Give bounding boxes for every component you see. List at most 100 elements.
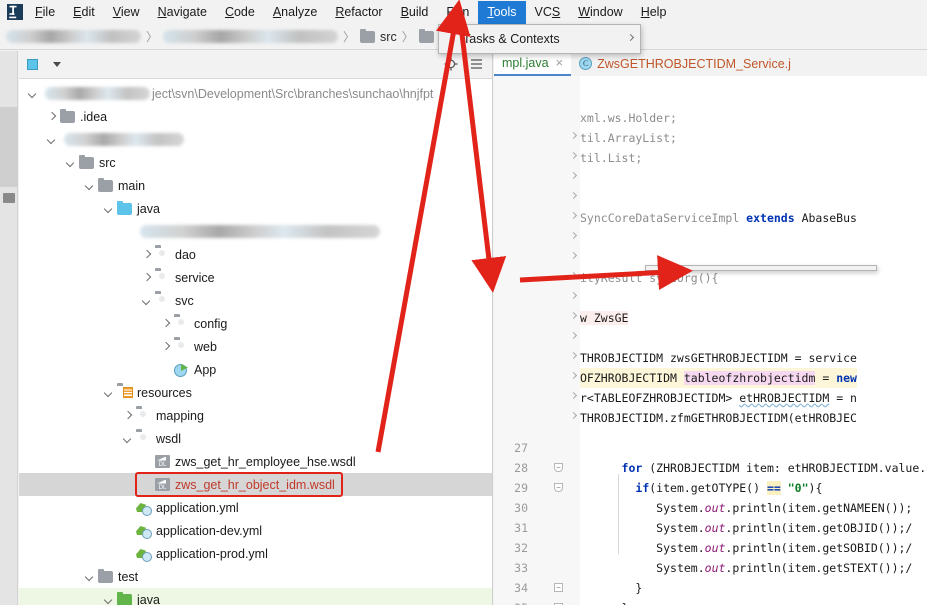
menu-edit[interactable]: Edit	[64, 1, 104, 24]
tree-node-svc[interactable]: svc	[19, 289, 492, 312]
tree-node-blurred[interactable]	[19, 220, 492, 243]
menu-code[interactable]: Code	[216, 1, 264, 24]
tree-node-src[interactable]: src	[19, 151, 492, 174]
chevron-right-icon[interactable]	[46, 111, 58, 123]
breadcrumb-separator: 〉	[343, 28, 355, 45]
fold-chevron-icon[interactable]	[570, 292, 577, 299]
menu-window[interactable]: Window	[569, 1, 631, 24]
close-icon[interactable]: ×	[556, 55, 564, 70]
menu-navigate[interactable]: Navigate	[149, 1, 216, 24]
menu-vcs[interactable]: VCS	[526, 1, 570, 24]
chevron-down-icon[interactable]	[84, 180, 96, 192]
tree-node-config[interactable]: config	[19, 312, 492, 335]
fold-marker-icon[interactable]: −	[554, 583, 563, 592]
fold-chevron-icon[interactable]	[570, 132, 577, 139]
menu-bar: FileEditViewNavigateCodeAnalyzeRefactorB…	[26, 0, 675, 24]
breadcrumb-item-src[interactable]: src	[360, 29, 397, 44]
chevron-down-icon[interactable]	[141, 295, 153, 307]
menu-tools[interactable]: Tools	[478, 1, 525, 24]
tree-node-label: java	[137, 593, 160, 605]
chevron-down-icon[interactable]	[27, 88, 39, 100]
tree-node-blurred[interactable]: ject\svn\Development\Src\branches\suncha…	[19, 82, 492, 105]
tree-node-application.yml[interactable]: application.yml	[19, 496, 492, 519]
chevron-down-icon[interactable]	[103, 387, 115, 399]
chevron-down-icon[interactable]	[103, 203, 115, 215]
fold-chevron-icon[interactable]	[570, 352, 577, 359]
tree-node-test[interactable]: test	[19, 565, 492, 588]
tree-node-applicationprod.yml[interactable]: application-prod.yml	[19, 542, 492, 565]
fold-chevron-icon[interactable]	[570, 312, 577, 319]
package-icon	[136, 431, 152, 446]
tree-node-dao[interactable]: dao	[19, 243, 492, 266]
fold-chevron-icon[interactable]	[570, 172, 577, 179]
chevron-down-icon[interactable]	[122, 433, 134, 445]
collapse-all-icon[interactable]	[470, 57, 484, 74]
chevron-down-icon[interactable]	[103, 594, 115, 605]
package-icon	[155, 293, 171, 308]
chevron-down-icon[interactable]	[65, 157, 77, 169]
menu-file[interactable]: File	[26, 1, 64, 24]
fold-chevron-icon[interactable]	[570, 272, 577, 279]
locate-icon[interactable]	[444, 57, 458, 74]
fold-chevron-icon[interactable]	[570, 192, 577, 199]
code-text[interactable]: xml.ws.Holder;til.ArrayList;til.List;Syn…	[580, 76, 927, 605]
line-number: 31	[494, 518, 528, 538]
tree-node-applicationdev.yml[interactable]: application-dev.yml	[19, 519, 492, 542]
fold-chevron-icon[interactable]	[570, 232, 577, 239]
tree-node-java[interactable]: java	[19, 588, 492, 605]
tree-node-label: java	[137, 202, 160, 216]
tree-node-web[interactable]: web	[19, 335, 492, 358]
chevron-down-icon[interactable]	[84, 571, 96, 583]
menu-run[interactable]: Run	[437, 1, 478, 24]
chevron-down-icon[interactable]	[53, 62, 61, 67]
tree-node-main[interactable]: main	[19, 174, 492, 197]
webservices-submenu[interactable]	[645, 265, 877, 271]
tree-node-service[interactable]: service	[19, 266, 492, 289]
menu-refactor[interactable]: Refactor	[326, 1, 391, 24]
folder-grey	[98, 569, 114, 584]
chevron-right-icon[interactable]	[160, 341, 172, 353]
chevron-right-icon[interactable]	[141, 272, 153, 284]
fold-chevron-icon[interactable]	[570, 372, 577, 379]
fold-chevron-icon[interactable]	[570, 152, 577, 159]
breadcrumb-item-hidden[interactable]	[163, 30, 338, 43]
tools-dropdown-menu[interactable]: Tasks & Contexts	[438, 24, 641, 54]
code-line: til.ArrayList;	[580, 128, 677, 148]
chevron-right-icon[interactable]	[160, 318, 172, 330]
editor-tab-1[interactable]: CZwsGETHROBJECTIDM_Service.j	[571, 51, 799, 76]
tree-node-blurred[interactable]	[19, 128, 492, 151]
code-line: THROBJECTIDM zwsGETHROBJECTIDM = service	[580, 348, 857, 368]
fold-chevron-icon[interactable]	[570, 412, 577, 419]
fold-chevron-icon[interactable]	[570, 252, 577, 259]
tree-node-mapping[interactable]: mapping	[19, 404, 492, 427]
menu-item-tasks-contexts[interactable]: Tasks & Contexts	[439, 27, 640, 51]
menu-analyze[interactable]: Analyze	[264, 1, 326, 24]
fold-chevron-icon[interactable]	[570, 212, 577, 219]
tree-node-label: main	[118, 179, 145, 193]
tree-node-.idea[interactable]: .idea	[19, 105, 492, 128]
tree-node-wsdl[interactable]: wsdl	[19, 427, 492, 450]
tree-node-App[interactable]: App	[19, 358, 492, 381]
breadcrumb-item-hidden[interactable]	[6, 30, 141, 43]
tree-node-zws_get_hr_employee_hse.wsdl[interactable]: zws_get_hr_employee_hse.wsdl	[19, 450, 492, 473]
fold-gutter[interactable]: −−−−	[536, 76, 580, 605]
fold-marker-icon[interactable]: −	[554, 483, 563, 492]
fold-marker-icon[interactable]: −	[554, 463, 563, 472]
editor-tab-0[interactable]: mpl.java×	[494, 51, 571, 76]
code-view[interactable]: 27282930313233343536 −−−− xml.ws.Holder;…	[494, 76, 927, 605]
sidebar-item-project-tab[interactable]	[0, 107, 18, 187]
menu-view[interactable]: View	[104, 1, 149, 24]
fold-chevron-icon[interactable]	[570, 392, 577, 399]
chevron-right-icon	[627, 34, 634, 41]
fold-chevron-icon[interactable]	[570, 332, 577, 339]
tree-node-java[interactable]: java	[19, 197, 492, 220]
chevron-right-icon[interactable]	[122, 410, 134, 422]
chevron-right-icon[interactable]	[141, 249, 153, 261]
tree-node-zws_get_hr_object_idm.wsdl[interactable]: zws_get_hr_object_idm.wsdl	[19, 473, 492, 496]
project-panel-header	[19, 51, 492, 79]
menu-build[interactable]: Build	[392, 1, 438, 24]
chevron-down-icon[interactable]	[46, 134, 58, 146]
tree-node-resources[interactable]: resources	[19, 381, 492, 404]
menu-help[interactable]: Help	[632, 1, 676, 24]
wsdl-file-icon	[155, 477, 171, 492]
